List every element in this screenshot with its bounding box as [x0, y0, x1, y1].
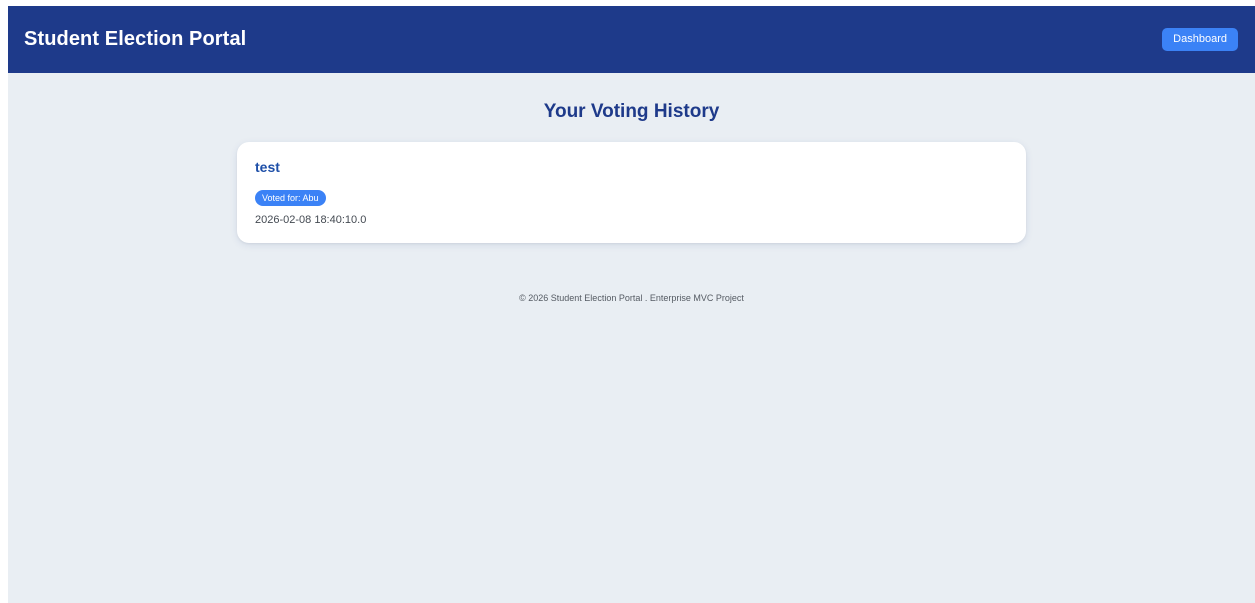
vote-history-card: test Voted for: Abu 2026-02-08 18:40:10.… [237, 142, 1026, 243]
vote-timestamp: 2026-02-08 18:40:10.0 [255, 214, 367, 226]
voted-for-badge: Voted for: Abu [255, 190, 326, 206]
page-title: Your Voting History [543, 101, 720, 122]
footer-text: © 2026 Student Election Portal . Enterpr… [519, 293, 744, 303]
brand-title: Student Election Portal [24, 28, 247, 50]
navbar: Student Election Portal Dashboard [8, 6, 1255, 73]
election-name: test [255, 159, 280, 175]
app-container: Student Election Portal Dashboard Your V… [8, 6, 1255, 603]
dashboard-button[interactable]: Dashboard [1162, 28, 1238, 51]
